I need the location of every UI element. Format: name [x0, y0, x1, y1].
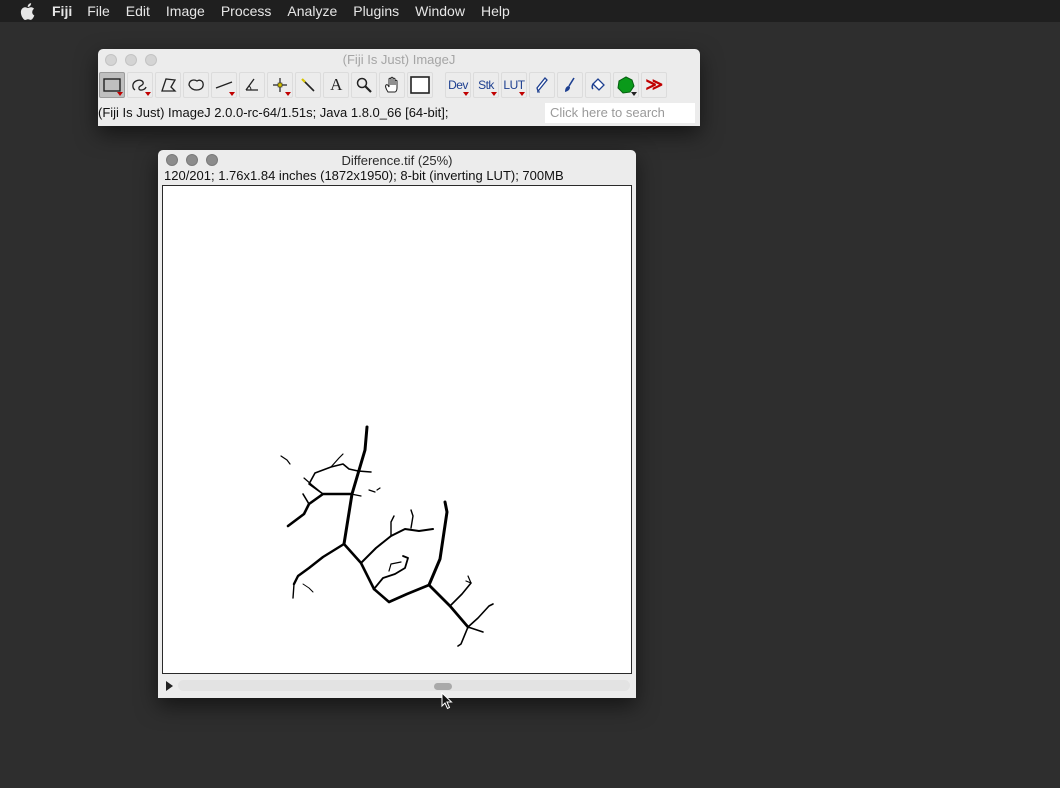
- more-tools-label: ≫: [645, 75, 663, 94]
- menu-analyze[interactable]: Analyze: [287, 0, 337, 22]
- lut-menu-tool[interactable]: LUT: [501, 72, 527, 98]
- line-selection-tool[interactable]: [211, 72, 237, 98]
- lut-label: LUT: [503, 78, 525, 92]
- brush-icon: [565, 77, 575, 92]
- image-canvas[interactable]: [162, 185, 632, 674]
- flood-fill-icon: [591, 78, 605, 91]
- image-info-line: 120/201; 1.76x1.84 inches (1872x1950); 8…: [164, 168, 564, 183]
- magnifier-tool[interactable]: [351, 72, 377, 98]
- menu-file[interactable]: File: [87, 0, 110, 22]
- color-picker-tool[interactable]: [407, 72, 433, 98]
- menu-fiji[interactable]: Fiji: [52, 0, 72, 22]
- freehand-selection-tool[interactable]: [127, 72, 153, 98]
- hand-icon: [385, 76, 398, 93]
- minimize-button[interactable]: [125, 54, 137, 66]
- mouse-pointer-icon: [441, 692, 453, 710]
- zoom-button[interactable]: [145, 54, 157, 66]
- status-line: (Fiji Is Just) ImageJ 2.0.0-rc-64/1.51s;…: [98, 105, 449, 120]
- slice-scrollbar[interactable]: [178, 680, 630, 691]
- imagej-window-title: (Fiji Is Just) ImageJ: [342, 52, 456, 67]
- developer-menu-tool[interactable]: Dev: [445, 72, 471, 98]
- stack-menu-tool[interactable]: Stk: [473, 72, 499, 98]
- image-window-title: Difference.tif (25%): [341, 153, 453, 168]
- close-button[interactable]: [105, 54, 117, 66]
- rectangle-selection-icon: [103, 78, 121, 92]
- hand-tool[interactable]: [379, 72, 405, 98]
- brush-tool[interactable]: [557, 72, 583, 98]
- tool-menu-indicator: [117, 92, 123, 96]
- menu-window[interactable]: Window: [415, 0, 465, 22]
- apple-icon[interactable]: [20, 2, 36, 20]
- wand-tool[interactable]: [295, 72, 321, 98]
- menu-process[interactable]: Process: [221, 0, 272, 22]
- scrollbar-thumb[interactable]: [434, 683, 452, 690]
- menu-edit[interactable]: Edit: [126, 0, 150, 22]
- zoom-button[interactable]: [206, 154, 218, 166]
- tool-menu-indicator: [631, 92, 637, 96]
- imagej-titlebar[interactable]: (Fiji Is Just) ImageJ: [98, 49, 700, 71]
- imagej-main-window: (Fiji Is Just) ImageJ A Dev Stk LUT ≫ (F…: [98, 49, 700, 126]
- polygon-selection-icon: [161, 78, 177, 92]
- tool-menu-indicator: [463, 92, 469, 96]
- play-animation-icon[interactable]: [166, 681, 173, 691]
- skeleton-image: [280, 425, 494, 647]
- stk-label: Stk: [478, 78, 494, 92]
- tool-menu-indicator: [229, 92, 235, 96]
- oval-selection-icon: [188, 79, 204, 91]
- rectangle-selection-tool[interactable]: [99, 72, 125, 98]
- minimize-button[interactable]: [186, 154, 198, 166]
- tool-bar: A Dev Stk LUT ≫: [98, 71, 700, 100]
- tool-menu-indicator: [519, 92, 525, 96]
- polygon-selection-tool[interactable]: [155, 72, 181, 98]
- dev-label: Dev: [448, 78, 468, 92]
- search-field[interactable]: Click here to search: [545, 103, 695, 123]
- menu-bar: Fiji File Edit Image Process Analyze Plu…: [0, 0, 1060, 22]
- menu-help[interactable]: Help: [481, 0, 510, 22]
- wand-icon: [301, 78, 315, 92]
- magnifier-icon: [356, 77, 372, 93]
- image-window: Difference.tif (25%) 120/201; 1.76x1.84 …: [158, 150, 636, 698]
- angle-icon: [245, 78, 258, 91]
- color-picker-icon: [410, 76, 430, 94]
- more-tools-button[interactable]: ≫: [641, 72, 667, 98]
- menu-plugins[interactable]: Plugins: [353, 0, 399, 22]
- tool-menu-indicator: [145, 92, 151, 96]
- freehand-selection-icon: [132, 79, 147, 91]
- pencil-tool[interactable]: [529, 72, 555, 98]
- green-blob-tool[interactable]: [613, 72, 639, 98]
- angle-tool[interactable]: [239, 72, 265, 98]
- oval-selection-tool[interactable]: [183, 72, 209, 98]
- text-tool[interactable]: A: [323, 72, 349, 98]
- text-tool-label: A: [330, 75, 342, 94]
- point-tool[interactable]: [267, 72, 293, 98]
- tool-menu-indicator: [491, 92, 497, 96]
- pencil-icon: [536, 77, 548, 93]
- flood-fill-tool[interactable]: [585, 72, 611, 98]
- close-button[interactable]: [166, 154, 178, 166]
- line-selection-icon: [215, 81, 233, 89]
- tool-menu-indicator: [285, 92, 291, 96]
- menu-image[interactable]: Image: [166, 0, 205, 22]
